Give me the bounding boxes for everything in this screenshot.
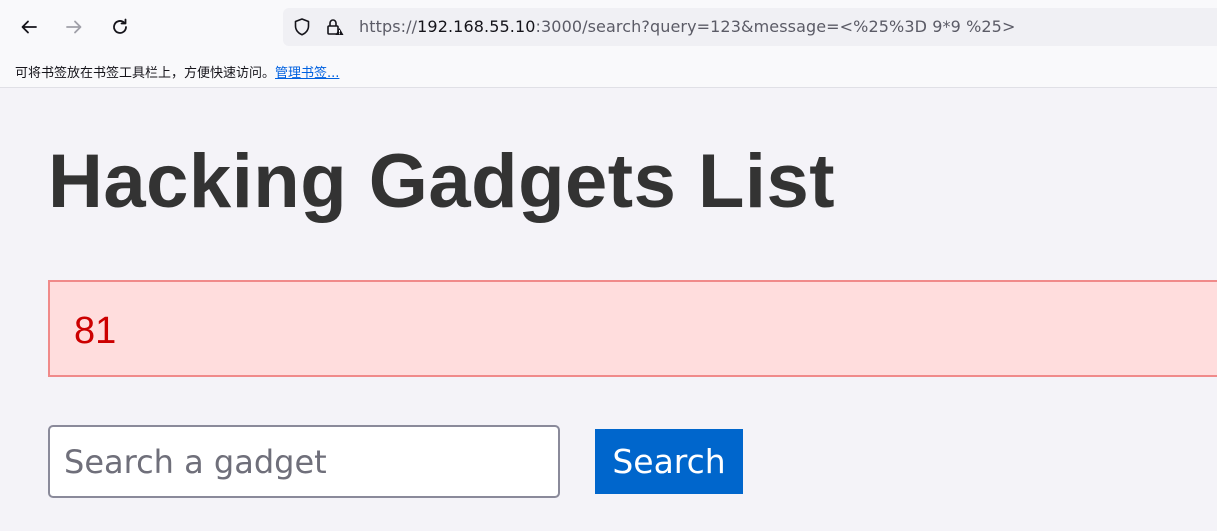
forward-button[interactable] <box>58 11 90 43</box>
browser-toolbar: https://192.168.55.10:3000/search?query=… <box>0 0 1217 54</box>
shield-icon[interactable] <box>292 17 312 37</box>
back-arrow-icon <box>21 20 37 34</box>
bookmarks-hint-text: 可将书签放在书签工具栏上，方便快速访问。 <box>15 66 276 81</box>
url-host: 192.168.55.10 <box>417 17 536 36</box>
back-button[interactable] <box>13 11 45 43</box>
forward-arrow-icon <box>66 20 82 34</box>
alert-message: 81 <box>74 310 117 352</box>
search-input[interactable] <box>48 425 560 498</box>
reload-button[interactable] <box>104 11 136 43</box>
bookmarks-hint: 可将书签放在书签工具栏上，方便快速访问。管理书签... <box>15 62 339 81</box>
error-alert: 81 <box>48 280 1217 377</box>
page-title: Hacking Gadgets List <box>48 139 836 224</box>
manage-bookmarks-link[interactable]: 管理书签... <box>275 66 339 81</box>
url-text[interactable]: https://192.168.55.10:3000/search?query=… <box>359 17 1015 36</box>
reload-icon <box>113 18 127 34</box>
lock-warning-icon[interactable] <box>325 17 345 37</box>
url-scheme: https:// <box>359 17 418 36</box>
search-button[interactable]: Search <box>595 429 743 494</box>
url-path: :3000/search?query=123&message=<%25%3D 9… <box>535 17 1016 36</box>
address-bar[interactable]: https://192.168.55.10:3000/search?query=… <box>283 8 1217 46</box>
bookmarks-toolbar: 可将书签放在书签工具栏上，方便快速访问。管理书签... <box>0 54 1217 88</box>
